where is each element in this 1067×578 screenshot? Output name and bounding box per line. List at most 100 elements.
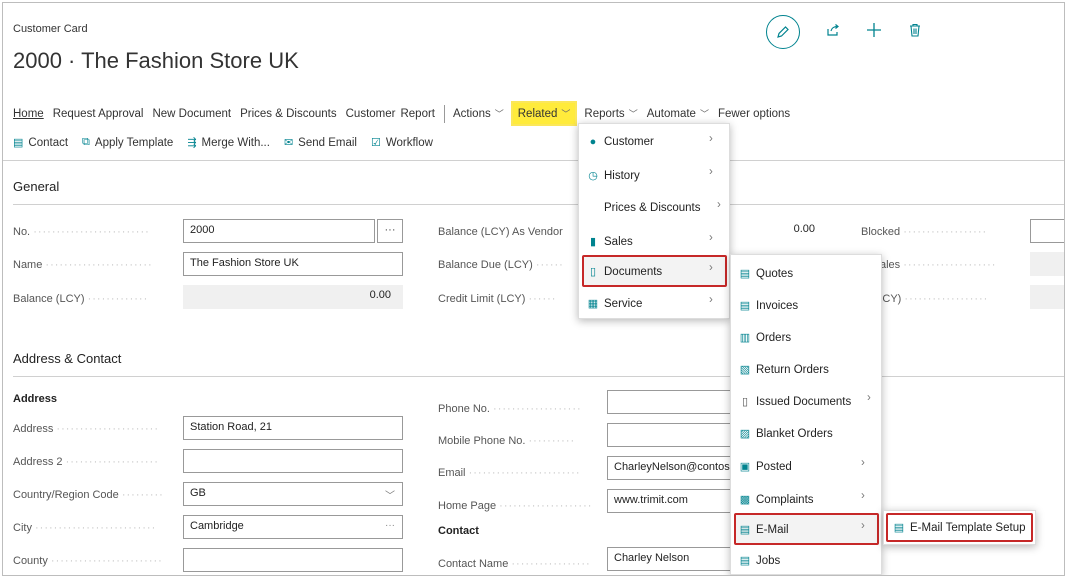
city-label-text: City	[13, 522, 32, 534]
merge-with-label: Merge With...	[201, 136, 270, 149]
related-menu-item-sales[interactable]: ▮ Sales	[587, 235, 633, 249]
reports-menu-button[interactable]: Reports ﹀	[584, 107, 637, 120]
credit-limit-label-text: Credit Limit (LCY)	[438, 293, 526, 305]
phone-label: Phone No. ···················	[438, 403, 582, 415]
total-sales-field[interactable]	[1030, 252, 1064, 276]
page-type-label: Customer Card	[13, 23, 88, 35]
email-field[interactable]: CharleyNelson@contos	[607, 456, 731, 480]
actions-menu-button[interactable]: Actions ﹀	[453, 107, 504, 120]
homepage-field[interactable]: www.trimit.com	[607, 489, 731, 513]
county-field[interactable]	[183, 548, 403, 572]
menu-item-label: E-Mail	[756, 523, 789, 536]
address2-field[interactable]	[183, 449, 403, 473]
documents-menu-item-issued-documents[interactable]: ▯ Issued Documents	[739, 395, 851, 409]
chevron-right-icon: ›	[861, 520, 865, 532]
menu-item-label: History	[604, 169, 640, 182]
documents-menu-item-quotes[interactable]: ▤ Quotes	[739, 267, 794, 281]
chevron-down-icon: ﹀	[699, 109, 709, 119]
city-field[interactable]: Cambridge ···	[183, 515, 403, 539]
quotes-icon: ▤	[739, 268, 751, 280]
divider	[13, 376, 1064, 377]
menu-item-label: Return Orders	[756, 363, 829, 376]
related-menu-item-customer[interactable]: ● Customer	[587, 136, 654, 148]
no-assist-button[interactable]: ···	[377, 219, 403, 243]
orders-icon: ▥	[739, 332, 751, 344]
address2-label: Address 2 ····················	[13, 456, 159, 468]
contact-name-field[interactable]: Charley Nelson	[607, 547, 731, 571]
action-customer[interactable]: Customer	[346, 108, 396, 120]
related-menu-item-documents[interactable]: ▯ Documents	[587, 265, 662, 279]
documents-menu-item-email[interactable]: ▤ E-Mail	[739, 523, 789, 537]
action-request-approval[interactable]: Request Approval	[53, 108, 144, 120]
workflow-label: Workflow	[385, 136, 433, 149]
automate-menu-button[interactable]: Automate ﹀	[647, 107, 709, 120]
merge-with-button[interactable]: ⇶ Merge With...	[187, 136, 270, 150]
address-label: Address ······················	[13, 423, 160, 435]
address-field[interactable]: Station Road, 21	[183, 416, 403, 440]
country-label: Country/Region Code ·········	[13, 489, 164, 501]
email-menu-item-template-setup[interactable]: ▤ E-Mail Template Setup	[893, 521, 1026, 535]
city-label: City ··························	[13, 522, 157, 534]
documents-menu-item-complaints[interactable]: ▩ Complaints	[739, 493, 814, 507]
country-label-text: Country/Region Code	[13, 489, 119, 501]
chevron-right-icon: ›	[861, 457, 865, 469]
related-menu-button[interactable]: Related ﹀	[510, 101, 578, 126]
chevron-down-icon: ﹀	[494, 109, 504, 119]
workflow-button[interactable]: ☑ Workflow	[371, 136, 433, 150]
no-label-text: No.	[13, 226, 31, 238]
balance-vendor-field[interactable]: 0.00	[723, 219, 827, 243]
share-icon[interactable]	[826, 23, 840, 42]
related-menu-item-history[interactable]: ◷ History	[587, 169, 640, 183]
documents-menu-item-jobs[interactable]: ▤ Jobs	[739, 554, 781, 568]
balance-label: Balance (LCY) ·············	[13, 293, 149, 305]
menu-item-label: Invoices	[756, 299, 799, 312]
blocked-field[interactable]	[1030, 219, 1064, 243]
return-icon: ▧	[739, 364, 751, 376]
chevron-right-icon: ›	[861, 490, 865, 502]
menu-item-label: Service	[604, 297, 643, 310]
country-select[interactable]: GB ﹀	[183, 482, 403, 506]
action-bar-separator	[444, 104, 446, 123]
email-template-icon: ▤	[893, 522, 905, 534]
balance-field[interactable]: 0.00	[183, 285, 403, 309]
action-report[interactable]: Report	[400, 108, 435, 120]
edit-icon[interactable]	[766, 15, 800, 49]
apply-template-button[interactable]: ⧉ Apply Template	[82, 136, 173, 149]
address-label-text: Address	[13, 423, 54, 435]
blanket-icon: ▨	[739, 428, 751, 440]
action-new-document[interactable]: New Document	[152, 108, 231, 120]
address-section-title[interactable]: Address & Contact	[13, 351, 121, 366]
documents-menu-item-blanket-orders[interactable]: ▨ Blanket Orders	[739, 427, 833, 441]
service-icon: ▦	[587, 298, 599, 310]
balance-due-label-text: Balance Due (LCY)	[438, 259, 533, 271]
documents-menu-item-posted[interactable]: ▣ Posted	[739, 460, 792, 474]
costs-label: ts (LCY) ··················	[861, 293, 1029, 305]
actions-label: Actions	[453, 108, 491, 120]
documents-menu-item-return-orders[interactable]: ▧ Return Orders	[739, 363, 829, 377]
phone-field[interactable]	[607, 390, 731, 414]
related-menu-item-service[interactable]: ▦ Service	[587, 297, 643, 311]
menu-item-label: Quotes	[756, 267, 794, 280]
balance-vendor-label: Balance (LCY) As Vendor	[438, 226, 563, 238]
documents-menu-item-orders[interactable]: ▥ Orders	[739, 331, 791, 345]
chevron-right-icon: ›	[709, 294, 713, 306]
contact-button[interactable]: ▤ Contact	[13, 136, 68, 150]
documents-menu-item-invoices[interactable]: ▤ Invoices	[739, 299, 799, 313]
mobile-field[interactable]	[607, 423, 731, 447]
name-field[interactable]: The Fashion Store UK	[183, 252, 403, 276]
related-menu-item-prices-discounts[interactable]: Prices & Discounts	[604, 202, 701, 214]
trash-icon[interactable]	[908, 23, 922, 42]
general-section-title[interactable]: General	[13, 179, 59, 194]
template-icon: ⧉	[82, 136, 90, 148]
tab-home[interactable]: Home	[13, 108, 44, 120]
costs-field[interactable]	[1030, 285, 1064, 309]
send-email-button[interactable]: ✉ Send Email	[284, 136, 357, 150]
city-assist-button[interactable]: ···	[385, 520, 395, 531]
email-label-text: Email	[438, 467, 466, 479]
plus-icon[interactable]	[866, 22, 882, 43]
document-icon: ▯	[589, 266, 597, 278]
fewer-options-button[interactable]: Fewer options	[718, 108, 790, 120]
no-field[interactable]: 2000	[183, 219, 375, 243]
action-prices-discounts[interactable]: Prices & Discounts	[240, 108, 337, 120]
balance-label-text: Balance (LCY)	[13, 293, 85, 305]
